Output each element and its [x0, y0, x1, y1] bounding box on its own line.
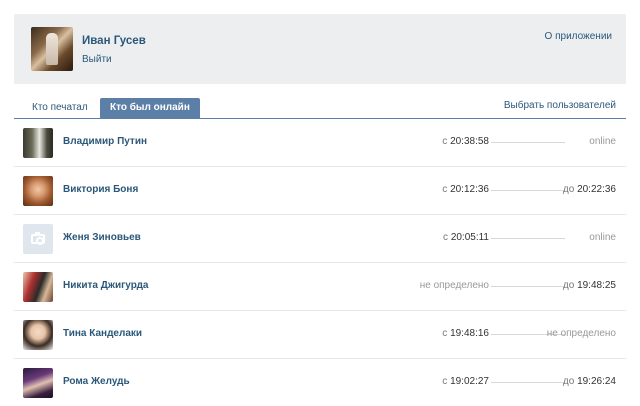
from-prefix: с	[442, 328, 448, 339]
to-prefix: до	[562, 376, 575, 387]
online-list: Владимир Путин с 20:38:58 online Виктори…	[14, 119, 626, 406]
tab-who-typed[interactable]: Кто печатал	[22, 98, 98, 118]
online-to: online	[589, 232, 616, 243]
user-name-link[interactable]: Иван Гусев	[82, 35, 146, 47]
online-from: с 20:12:36	[442, 184, 489, 195]
from-time: 19:02:27	[450, 376, 489, 387]
camera-icon	[31, 232, 45, 245]
from-time: 20:38:58	[450, 136, 489, 147]
from-time: 19:48:16	[450, 328, 489, 339]
online-from: с 19:02:27	[442, 376, 489, 387]
list-item: Женя Зиновьев с 20:05:11 online	[14, 215, 626, 263]
person-name-link[interactable]: Тина Канделаки	[63, 328, 142, 339]
timeline-line	[491, 190, 565, 191]
person-name-link[interactable]: Женя Зиновьев	[63, 232, 141, 243]
timeline-line	[491, 238, 565, 239]
avatar[interactable]	[23, 272, 53, 302]
to-time: online	[589, 136, 616, 147]
timeline-line	[491, 382, 565, 383]
online-from: с 20:38:58	[442, 136, 489, 147]
avatar[interactable]	[23, 176, 53, 206]
to-time: online	[589, 232, 616, 243]
from-prefix: с	[442, 184, 448, 195]
from-prefix: с	[442, 136, 448, 147]
person-name-link[interactable]: Виктория Боня	[63, 184, 138, 195]
from-prefix: с	[442, 376, 448, 387]
online-to: до 20:22:36	[563, 184, 616, 195]
online-to: до 19:48:25	[563, 280, 616, 291]
list-item: Никита Джигурда не определено до 19:48:2…	[14, 263, 626, 311]
list-item: Тина Канделаки с 19:48:16 не определено	[14, 311, 626, 359]
from-time: 20:12:36	[450, 184, 489, 195]
online-from: не определено	[420, 280, 489, 291]
avatar-placeholder[interactable]	[23, 224, 53, 254]
choose-users-link[interactable]: Выбрать пользователей	[504, 100, 616, 111]
online-from: с 20:05:11	[443, 232, 489, 243]
to-time: не определено	[546, 328, 616, 339]
tab-bar: Кто печатал Кто был онлайн Выбрать польз…	[14, 97, 626, 119]
list-item: Владимир Путин с 20:38:58 online	[14, 119, 626, 167]
online-from: с 19:48:16	[442, 328, 489, 339]
to-prefix: до	[562, 184, 575, 195]
logout-link[interactable]: Выйти	[82, 54, 112, 65]
avatar[interactable]	[23, 320, 53, 350]
from-time: не определено	[419, 280, 489, 291]
to-time: 19:26:24	[577, 376, 616, 387]
timeline-line	[491, 142, 565, 143]
online-to: до 19:26:24	[563, 376, 616, 387]
timeline-line	[491, 286, 565, 287]
avatar[interactable]	[23, 368, 53, 398]
list-item: Виктория Боня с 20:12:36 до 20:22:36	[14, 167, 626, 215]
avatar[interactable]	[23, 128, 53, 158]
person-name-link[interactable]: Рома Желудь	[63, 376, 130, 387]
tab-who-was-online[interactable]: Кто был онлайн	[100, 98, 200, 118]
to-time: 19:48:25	[577, 280, 616, 291]
online-to: online	[589, 136, 616, 147]
to-time: 20:22:36	[577, 184, 616, 195]
list-item: Рома Желудь с 19:02:27 до 19:26:24	[14, 359, 626, 406]
user-avatar[interactable]	[31, 27, 73, 71]
app-header: Иван Гусев Выйти О приложении	[14, 14, 626, 84]
person-name-link[interactable]: Владимир Путин	[63, 136, 147, 147]
from-time: 20:05:11	[450, 232, 489, 243]
online-to: не определено	[547, 328, 616, 339]
from-prefix: с	[443, 232, 449, 243]
about-app-link[interactable]: О приложении	[545, 31, 612, 42]
to-prefix: до	[562, 280, 575, 291]
person-name-link[interactable]: Никита Джигурда	[63, 280, 148, 291]
